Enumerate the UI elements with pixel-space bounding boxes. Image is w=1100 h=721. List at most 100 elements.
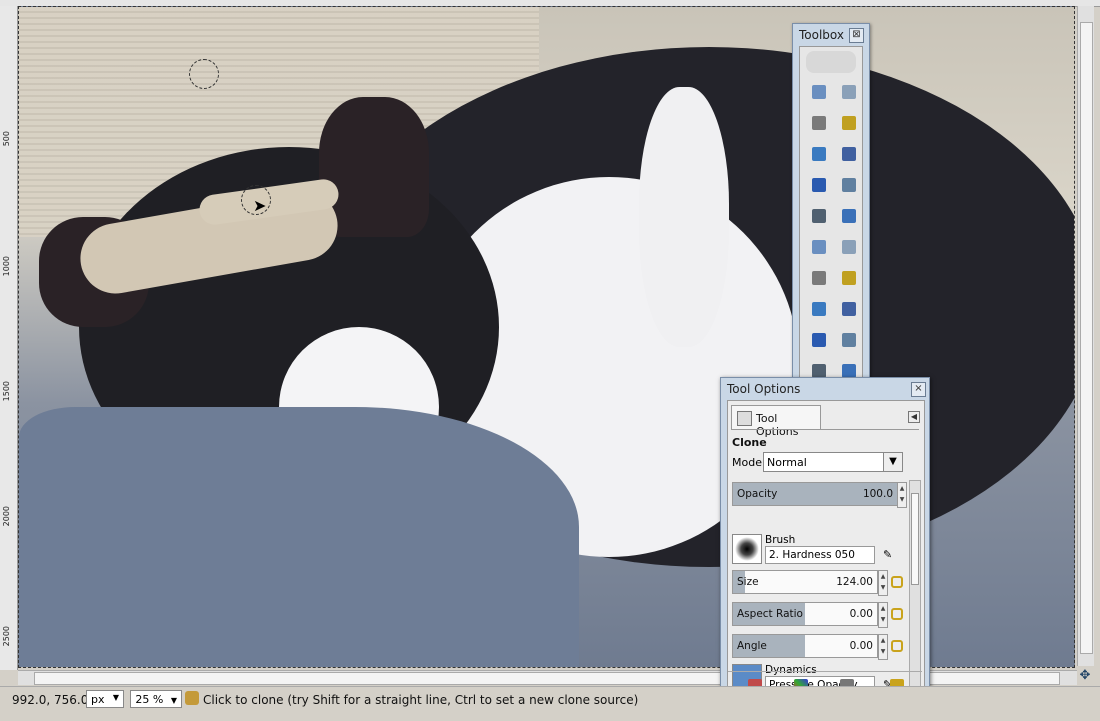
angle-spinner[interactable]: ▲ ▼ — [878, 634, 888, 660]
rotate-icon — [812, 302, 826, 316]
angle-label: Angle — [737, 640, 767, 652]
rotate-icon[interactable] — [808, 298, 830, 320]
measure-icon — [812, 240, 826, 254]
brush-label: Brush — [765, 534, 796, 546]
align-icon — [812, 271, 826, 285]
rect-select-icon[interactable] — [808, 81, 830, 103]
paths-icon[interactable] — [838, 174, 860, 196]
aspect-ratio-label: Aspect Ratio — [737, 608, 803, 620]
scale-icon — [842, 302, 856, 316]
vertical-scroll-thumb[interactable] — [1080, 22, 1093, 654]
scale-icon[interactable] — [838, 298, 860, 320]
clone-tool-icon — [185, 691, 199, 705]
opacity-label: Opacity — [737, 488, 778, 500]
color-picker-icon — [812, 209, 826, 223]
toolbox-close-button[interactable]: ⊠ — [849, 28, 864, 43]
color-select-icon[interactable] — [808, 143, 830, 165]
foreground-select-icon[interactable] — [808, 174, 830, 196]
mode-value: Normal — [767, 456, 807, 469]
chevron-down-icon: ▼ — [883, 453, 902, 471]
tool-options-content: Clone Mode: Normal ▼ Opacity 100.0 ▲ ▼ Br… — [731, 429, 921, 700]
crop-icon — [842, 271, 856, 285]
ellipse-select-icon[interactable] — [838, 81, 860, 103]
pointer-coordinates: 992.0, 756.0 — [12, 693, 89, 707]
unit-dropdown[interactable]: px ▼ — [86, 690, 124, 708]
zoom-icon[interactable] — [838, 205, 860, 227]
left-ruler[interactable]: 500 1000 1500 2000 2500 — [0, 6, 18, 670]
status-message: Click to clone (try Shift for a straight… — [203, 693, 639, 707]
blanket — [19, 407, 579, 667]
tool-options-title: Tool Options — [727, 382, 801, 396]
fuzzy-select-icon — [842, 116, 856, 130]
tool-options-scrollbar[interactable] — [909, 480, 921, 700]
size-label: Size — [737, 576, 759, 588]
chevron-down-icon: ▼ — [112, 693, 119, 702]
brush-preview[interactable] — [732, 534, 762, 564]
angle-reset-chain-icon[interactable] — [891, 640, 903, 652]
ruler-tick-label: 500 — [2, 131, 11, 147]
measure-icon[interactable] — [808, 236, 830, 258]
angle-slider[interactable]: Angle 0.00 — [732, 634, 878, 658]
mode-dropdown[interactable]: Normal ▼ — [763, 452, 903, 472]
unit-value: px — [91, 693, 105, 706]
perspective-icon — [842, 333, 856, 347]
angle-value: 0.00 — [849, 640, 873, 652]
ruler-tick-label: 2500 — [2, 626, 11, 647]
tab-tool-options[interactable]: Tool Options — [731, 405, 821, 438]
opacity-slider[interactable]: Opacity 100.0 — [732, 482, 898, 506]
color-select-icon — [812, 147, 826, 161]
opacity-spinner[interactable]: ▲ ▼ — [897, 482, 907, 508]
size-reset-chain-icon[interactable] — [891, 576, 903, 588]
paths-icon — [842, 178, 856, 192]
crop-icon[interactable] — [838, 267, 860, 289]
aspect-ratio-spinner[interactable]: ▲ ▼ — [878, 602, 888, 628]
mouse-pointer-icon: ➤ — [253, 196, 267, 215]
rect-select-icon — [812, 85, 826, 99]
ellipse-select-icon — [842, 85, 856, 99]
move-icon[interactable] — [838, 236, 860, 258]
aspect-ratio-value: 0.00 — [849, 608, 873, 620]
navigate-icon[interactable]: ✥ — [1077, 668, 1093, 684]
free-select-icon[interactable] — [808, 112, 830, 134]
scissors-select-icon — [842, 147, 856, 161]
foreground-select-icon — [812, 178, 826, 192]
tool-options-window: Tool Options × Tool Options ◀ Clone Mode… — [720, 377, 930, 707]
cat-white-stripe — [639, 87, 729, 347]
tool-options-tab-icon — [737, 411, 752, 426]
edit-brush-icon[interactable]: ✎ — [883, 548, 897, 562]
color-picker-icon[interactable] — [808, 205, 830, 227]
toolbox-tool-grid — [799, 46, 863, 384]
scissors-select-icon[interactable] — [838, 143, 860, 165]
fuzzy-select-icon[interactable] — [838, 112, 860, 134]
vertical-scrollbar[interactable] — [1077, 6, 1094, 666]
free-select-icon — [812, 116, 826, 130]
toolbox-window: Toolbox ⊠ — [792, 23, 870, 385]
tool-name: Clone — [732, 436, 767, 449]
ruler-tick-label: 2000 — [2, 506, 11, 527]
aspect-ratio-slider[interactable]: Aspect Ratio 0.00 — [732, 602, 878, 626]
size-value: 124.00 — [836, 576, 873, 588]
wilber-drop-area[interactable] — [806, 51, 856, 73]
move-icon — [842, 240, 856, 254]
zoom-dropdown[interactable]: 25 % ▼ — [130, 690, 182, 708]
cage-transform-icon — [842, 364, 856, 378]
chevron-down-icon: ▼ — [170, 696, 177, 705]
shear-icon[interactable] — [808, 329, 830, 351]
ruler-tick-label: 1000 — [2, 256, 11, 277]
size-spinner[interactable]: ▲ ▼ — [878, 570, 888, 596]
tool-options-close-button[interactable]: × — [911, 382, 926, 397]
status-bar: 992.0, 756.0 px ▼ 25 % ▼ Click to clone … — [0, 686, 1100, 721]
mode-label: Mode: — [732, 456, 766, 469]
size-slider[interactable]: Size 124.00 — [732, 570, 878, 594]
clone-source-marker — [189, 59, 219, 89]
zoom-icon — [842, 209, 856, 223]
perspective-icon[interactable] — [838, 329, 860, 351]
tab-menu-arrow-icon[interactable]: ◀ — [908, 411, 920, 423]
tool-options-body: Tool Options ◀ Clone Mode: Normal ▼ Opac… — [727, 400, 925, 704]
shear-icon — [812, 333, 826, 347]
brush-name-field[interactable]: 2. Hardness 050 — [765, 546, 875, 564]
tool-options-scroll-thumb[interactable] — [911, 493, 919, 585]
aspect-ratio-reset-chain-icon[interactable] — [891, 608, 903, 620]
flip-icon — [812, 364, 826, 378]
align-icon[interactable] — [808, 267, 830, 289]
